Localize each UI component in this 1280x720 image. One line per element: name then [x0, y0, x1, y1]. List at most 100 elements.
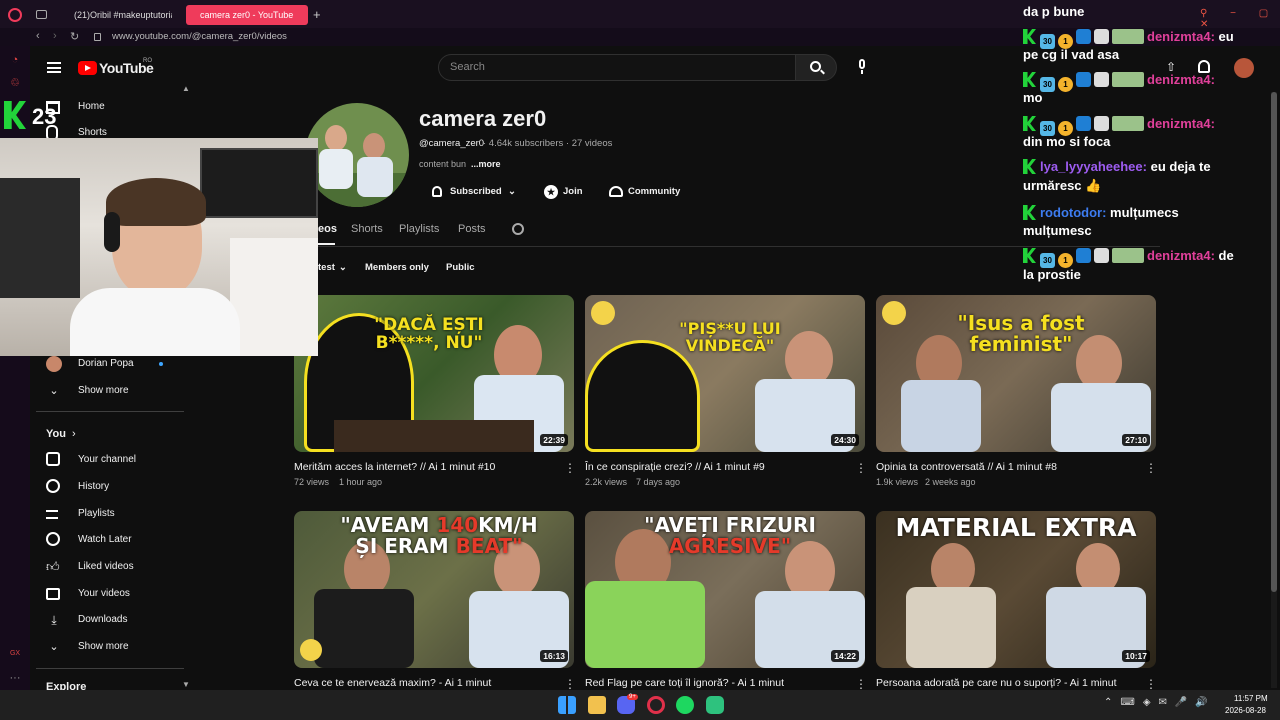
gx-icon[interactable]: GX	[8, 650, 22, 664]
chat-username[interactable]: lya_lyyyaheehee:	[1040, 159, 1147, 174]
video-icon	[46, 588, 60, 600]
subscribed-button[interactable]: Subscribed ⌄	[428, 180, 520, 204]
sidebar-you-heading[interactable]: You ›	[46, 425, 76, 443]
tab-label: camera zer0 - YouTube	[200, 10, 294, 20]
boost-badge-icon	[1076, 72, 1091, 87]
coin-badge-icon: 1	[1058, 77, 1073, 92]
video-title[interactable]: Red Flag pe care toți îl ignoră? - Ai 1 …	[585, 677, 850, 689]
file-explorer-icon[interactable]	[588, 696, 606, 714]
chat-username[interactable]: denizmta4:	[1147, 116, 1215, 131]
chat-username[interactable]: denizmta4:	[1147, 72, 1215, 87]
join-button[interactable]: ★ Join	[542, 180, 588, 204]
more-options-icon[interactable]: ⋮	[1145, 462, 1157, 474]
emote-badge-icon	[1112, 29, 1144, 44]
clock-time[interactable]: 11:57 PM	[1234, 694, 1268, 703]
chat-username[interactable]: denizmta4:	[1147, 248, 1215, 263]
sidebar-scroll-down-icon[interactable]: ▼	[182, 680, 190, 689]
youtube-logo-icon[interactable]	[78, 61, 97, 75]
webcam-feed	[0, 138, 318, 356]
microphone-icon[interactable]	[853, 58, 871, 76]
video-thumbnail[interactable]: "PIȘ**U LUI VINDECĂ" 24:30	[585, 295, 865, 452]
video-views: 2.2k views	[585, 477, 628, 487]
tab-shorts[interactable]: Shorts	[351, 223, 383, 235]
video-title[interactable]: În ce conspirație crezi? // Ai 1 minut #…	[585, 461, 850, 473]
reload-icon[interactable]: ↻	[70, 30, 79, 43]
opera-logo-icon[interactable]	[8, 8, 22, 22]
tray-icons[interactable]: ⌃⌨◈✉🎤🔊	[1104, 697, 1216, 708]
more-options-icon[interactable]: ⋮	[564, 462, 576, 474]
video-thumbnail[interactable]: MATERIAL EXTRA 10:17	[876, 511, 1156, 668]
channel-avatar[interactable]	[305, 103, 409, 207]
opera-gx-icon[interactable]	[647, 696, 665, 714]
more-icon[interactable]: ···	[8, 672, 22, 686]
channel-search-icon[interactable]	[512, 223, 524, 235]
chat-text: da p bune	[1023, 4, 1085, 19]
more-options-icon[interactable]: ⋮	[855, 462, 867, 474]
new-tab-button[interactable]: +	[313, 7, 321, 22]
video-thumbnail[interactable]: "AVEAM 140KM/H ȘI ERAM BEAT" 16:13	[294, 511, 574, 668]
sidebar-item-label: History	[78, 481, 110, 492]
video-title[interactable]: Opinia ta controversată // Ai 1 minut #8	[876, 461, 1141, 473]
page-scrollbar-thumb[interactable]	[1271, 92, 1277, 592]
url-field[interactable]: www.youtube.com/@camera_zer0/videos	[112, 28, 287, 46]
workspaces-icon[interactable]	[36, 10, 47, 19]
video-duration: 27:10	[1122, 434, 1150, 446]
video-duration: 10:17	[1122, 650, 1150, 662]
channel-stats: · 4.64k subscribers · 27 videos	[483, 138, 613, 149]
video-title[interactable]: Ceva ce te enervează maxim? - Ai 1 minut	[294, 677, 559, 689]
caption-highlight: AGRESIVE"	[668, 534, 792, 558]
more-options-icon[interactable]: ⋮	[564, 678, 576, 690]
video-thumbnail[interactable]: "Isus a fost feminist" 27:10	[876, 295, 1156, 452]
video-duration: 14:22	[831, 650, 859, 662]
more-options-icon[interactable]: ⋮	[1145, 678, 1157, 690]
clock-date[interactable]: 2026-08-28	[1225, 706, 1266, 715]
discord-notification-badge: 9+	[627, 694, 638, 700]
people-icon	[609, 186, 623, 197]
tab-tiktok[interactable]: (21)Oribil #makeuptutorial	[60, 5, 172, 25]
video-views: 72 views	[294, 477, 330, 487]
kick-badge-icon	[1023, 29, 1036, 44]
windows-start-icon[interactable]	[558, 696, 576, 714]
chip-members-only[interactable]: Members only	[365, 259, 429, 277]
tab-youtube[interactable]: camera zer0 - YouTube	[186, 5, 308, 25]
video-thumbnail[interactable]: "DACĂ EȘTI B*****, NU" 22:39	[294, 295, 574, 452]
chat-message: rodotodor: mulțumecs	[1023, 203, 1179, 222]
tab-videos[interactable]: eos	[318, 223, 337, 235]
chip-public[interactable]: Public	[446, 259, 475, 277]
chat-text: mulțumecs	[1110, 205, 1179, 220]
tab-posts[interactable]: Posts	[458, 223, 486, 235]
search-button[interactable]	[795, 54, 837, 81]
forward-icon[interactable]: ›	[53, 30, 57, 42]
chevron-right-icon: ›	[71, 428, 76, 440]
app-icon[interactable]	[706, 696, 724, 714]
chip-latest[interactable]: test ⌄	[318, 259, 347, 277]
more-options-icon[interactable]: ⋮	[855, 678, 867, 690]
menu-icon[interactable]	[47, 62, 61, 73]
community-button[interactable]: Community	[607, 180, 683, 204]
aria-icon[interactable]: ♲	[8, 76, 22, 90]
search-input[interactable]: Search	[438, 54, 796, 81]
back-icon[interactable]: ‹	[36, 30, 40, 42]
cat-badge-icon	[1094, 72, 1109, 87]
chat-username[interactable]: denizmta4:	[1147, 29, 1215, 44]
tab-playlists[interactable]: Playlists	[399, 223, 439, 235]
video-thumbnail[interactable]: "AVEȚI FRIZURI AGRESIVE" 14:22	[585, 511, 865, 668]
video-title[interactable]: Persoana adorată pe care nu o suporți? -…	[876, 677, 1141, 689]
sidebar-item-label: Liked videos	[78, 561, 134, 572]
boost-badge-icon	[1076, 29, 1091, 44]
kick-badge-icon	[1023, 159, 1036, 174]
messenger-icon[interactable]: ◔	[8, 54, 22, 68]
chevron-down-icon: ⌄	[49, 641, 59, 653]
like-icon: 👍︎	[46, 559, 60, 574]
user-avatar[interactable]	[1234, 58, 1254, 78]
spotify-icon[interactable]	[676, 696, 694, 714]
cat-badge-icon	[1094, 29, 1109, 44]
cat-badge-icon	[1094, 248, 1109, 263]
chat-username[interactable]: rodotodor:	[1040, 205, 1106, 220]
sidebar-item-label: Your channel	[78, 454, 137, 465]
chat-message: da p bune	[1023, 2, 1084, 21]
sidebar-scroll-up-icon[interactable]: ▲	[182, 84, 190, 93]
video-age: 2 weeks ago	[925, 477, 976, 487]
video-title[interactable]: Merităm acces la internet? // Ai 1 minut…	[294, 461, 559, 473]
description-more-link[interactable]: ...more	[471, 159, 501, 169]
